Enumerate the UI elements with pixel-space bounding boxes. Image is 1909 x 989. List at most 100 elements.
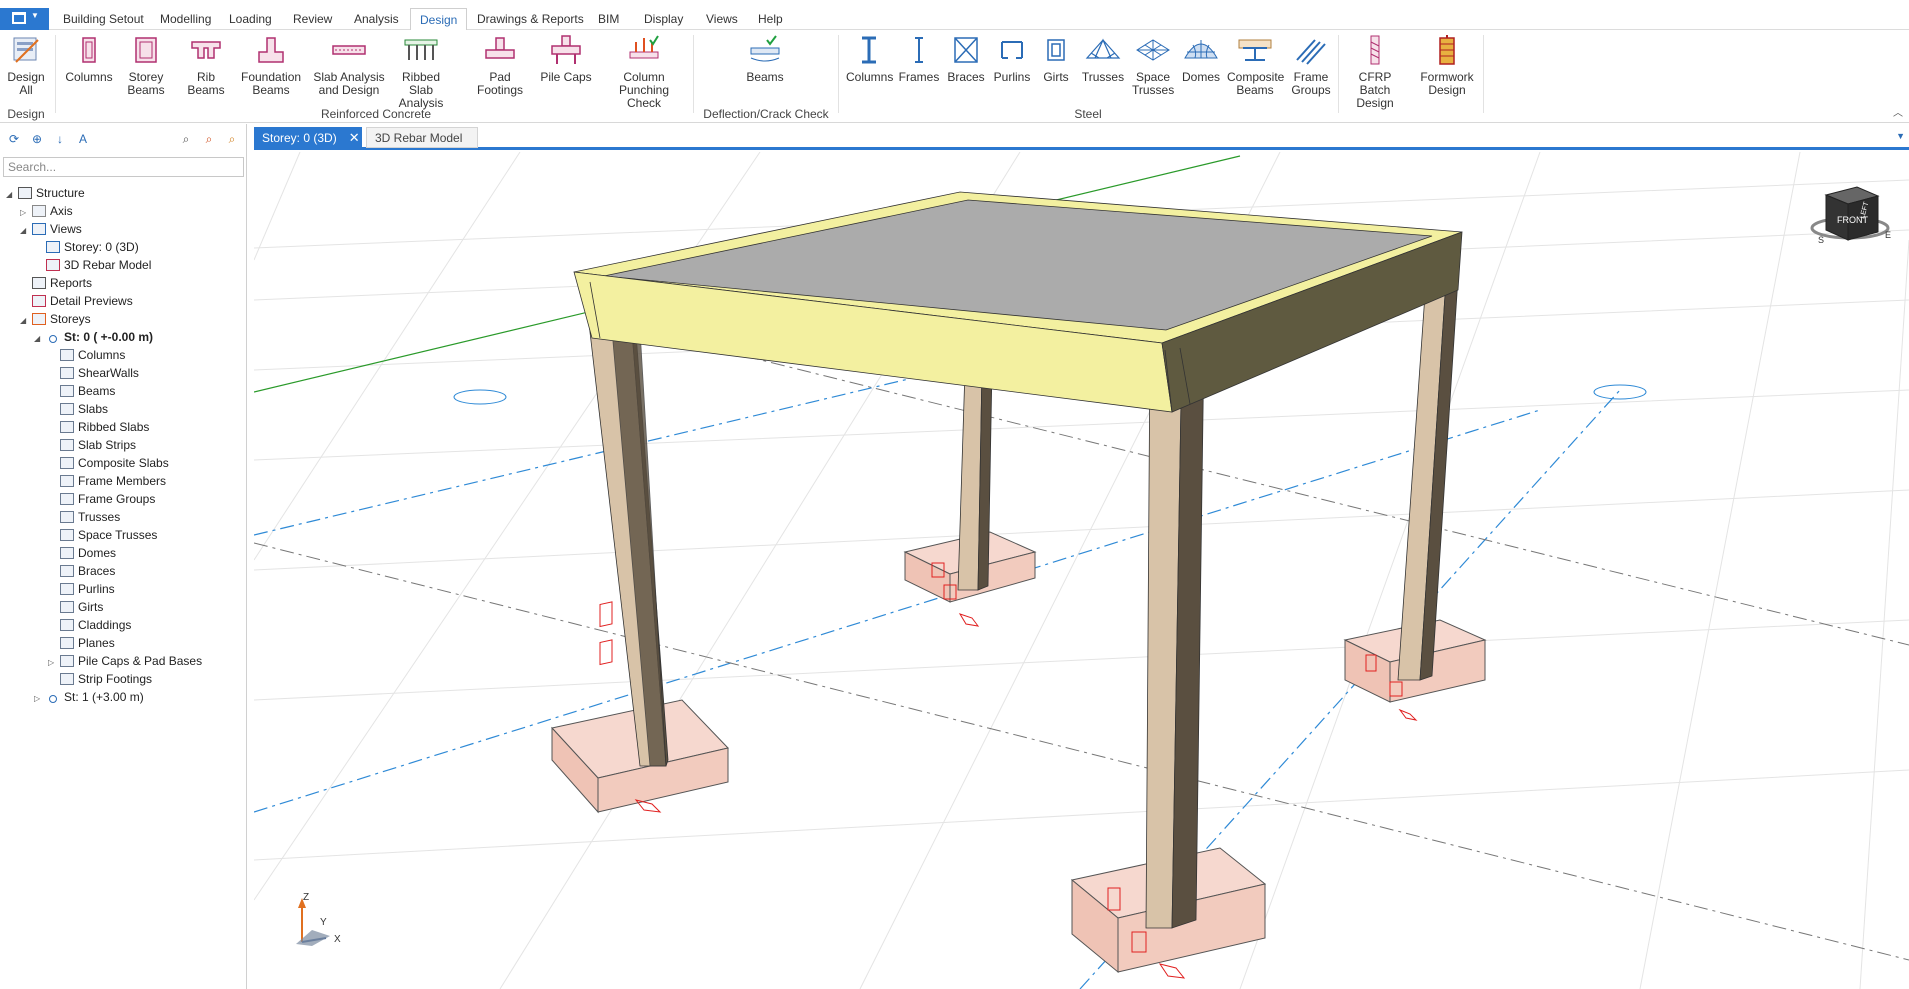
tree-item[interactable]: Strip Footings bbox=[48, 670, 152, 688]
sort-alpha-icon[interactable]: A bbox=[75, 131, 91, 147]
sort-icon[interactable]: ↓ bbox=[52, 131, 68, 147]
tree-item[interactable]: Slab Strips bbox=[48, 436, 136, 454]
zoom-select-icon[interactable]: ⌕ bbox=[201, 131, 217, 147]
domes-button[interactable]: Domes bbox=[1180, 34, 1222, 84]
trusses-label: Trusses bbox=[1081, 70, 1125, 84]
composite-beams-button[interactable]: Composite Beams bbox=[1226, 34, 1284, 97]
tree-item[interactable]: Columns bbox=[48, 346, 125, 364]
view-cube[interactable]: FRONT LEFT S E bbox=[1810, 186, 1891, 245]
deflection-beams-button[interactable]: Beams bbox=[740, 34, 790, 84]
tree-item[interactable]: ◢ Views bbox=[20, 220, 82, 238]
tree-item[interactable]: ◢ Storeys bbox=[20, 310, 91, 328]
tree-item[interactable]: Storey: 0 (3D) bbox=[34, 238, 139, 256]
expand-arrow-icon[interactable]: ▷ bbox=[34, 690, 46, 708]
rc-columns-button[interactable]: Columns bbox=[64, 34, 114, 84]
3d-model-scene[interactable]: FRONT LEFT S E Z Y X bbox=[254, 152, 1909, 989]
storey-beams-button[interactable]: Storey Beams bbox=[121, 34, 171, 97]
tree-item[interactable]: Beams bbox=[48, 382, 115, 400]
cfrp-batch-design-button[interactable]: CFRP Batch Design bbox=[1342, 34, 1408, 110]
tree-item[interactable]: Composite Slabs bbox=[48, 454, 169, 472]
tree-item[interactable]: ▷ St: 1 (+3.00 m) bbox=[34, 688, 144, 706]
ribbon-collapse-icon[interactable]: ︿ bbox=[1893, 104, 1903, 119]
tab-bim[interactable]: BIM bbox=[589, 8, 628, 30]
tab-display[interactable]: Display bbox=[635, 8, 692, 30]
tab-review[interactable]: Review bbox=[284, 8, 341, 30]
slab-analysis-label: Slab Analysis and Design bbox=[313, 70, 385, 97]
roof-slab-and-beams bbox=[573, 191, 1463, 413]
braces-label: Braces bbox=[947, 70, 985, 84]
frame-groups-button[interactable]: Frame Groups bbox=[1288, 34, 1334, 97]
design-all-button[interactable]: Design All bbox=[4, 34, 48, 97]
tree-item[interactable]: Domes bbox=[48, 544, 116, 562]
tree-search-input[interactable] bbox=[3, 157, 244, 177]
tab-modelling[interactable]: Modelling bbox=[151, 8, 220, 30]
zoom-settings-icon[interactable]: ⌕ bbox=[224, 131, 240, 147]
tree-item[interactable]: ▷ Pile Caps & Pad Bases bbox=[48, 652, 202, 670]
ribbed-slab-button[interactable]: Ribbed Slab Analysis bbox=[388, 34, 454, 110]
tree-item[interactable]: 3D Rebar Model bbox=[34, 256, 151, 274]
tab-help[interactable]: Help bbox=[749, 8, 792, 30]
tree-item[interactable]: Slabs bbox=[48, 400, 108, 418]
collapse-arrow-icon[interactable]: ◢ bbox=[6, 186, 18, 204]
tab-building-setout[interactable]: Building Setout bbox=[54, 8, 153, 30]
purlins-button[interactable]: Purlins bbox=[990, 34, 1034, 84]
rib-beams-button[interactable]: Rib Beams bbox=[178, 34, 234, 97]
tree-item[interactable]: Braces bbox=[48, 562, 115, 580]
braces-button[interactable]: Braces bbox=[945, 34, 987, 84]
tree-item[interactable]: Reports bbox=[20, 274, 92, 292]
tab-views[interactable]: Views bbox=[697, 8, 747, 30]
tree-item[interactable]: Space Trusses bbox=[48, 526, 157, 544]
tree-item[interactable]: ShearWalls bbox=[48, 364, 139, 382]
zoom-icon[interactable]: ⌕ bbox=[178, 131, 194, 147]
tree-item[interactable]: ▷ Axis bbox=[20, 202, 73, 220]
app-menu-icon bbox=[12, 12, 26, 24]
tree-item[interactable]: Ribbed Slabs bbox=[48, 418, 149, 436]
tree-item[interactable]: Claddings bbox=[48, 616, 131, 634]
tree-item[interactable]: ◢ St: 0 ( +-0.00 m) bbox=[34, 328, 153, 346]
collapse-arrow-icon[interactable]: ◢ bbox=[20, 312, 32, 330]
tree-item[interactable]: Frame Members bbox=[48, 472, 166, 490]
refresh-icon[interactable]: ⟳ bbox=[6, 131, 22, 147]
doc-tab-3d-rebar-model[interactable]: 3D Rebar Model bbox=[366, 127, 478, 148]
globe-icon[interactable]: ⊕ bbox=[29, 131, 45, 147]
pad-footings-label: Pad Footings bbox=[476, 70, 524, 97]
doc-tab-storey-3d[interactable]: Storey: 0 (3D) ✕ bbox=[254, 127, 362, 148]
punching-check-label: Column Punching Check bbox=[618, 70, 670, 110]
collapse-arrow-icon[interactable]: ◢ bbox=[20, 222, 32, 240]
tree-item[interactable]: Planes bbox=[48, 634, 115, 652]
composite-beams-label: Composite Beams bbox=[1227, 70, 1285, 97]
punching-check-button[interactable]: Column Punching Check bbox=[602, 34, 686, 110]
cfrp-batch-design-label: CFRP Batch Design bbox=[1356, 70, 1394, 110]
3d-viewport[interactable]: FRONT LEFT S E Z Y X bbox=[254, 152, 1909, 989]
tree-item[interactable]: Purlins bbox=[48, 580, 115, 598]
tree-item[interactable]: Girts bbox=[48, 598, 103, 616]
formwork-design-button[interactable]: Formwork Design bbox=[1414, 34, 1480, 97]
tree-item-label: Slab Strips bbox=[78, 438, 137, 452]
space-trusses-button[interactable]: Space Trusses bbox=[1130, 34, 1176, 97]
tree-item-label: Strip Footings bbox=[78, 672, 153, 686]
tab-design[interactable]: Design bbox=[410, 8, 468, 31]
compass-east-label: E bbox=[1885, 230, 1891, 240]
tabs-dropdown-icon[interactable]: ▼ bbox=[1896, 131, 1905, 141]
pad-footings-button[interactable]: Pad Footings bbox=[466, 34, 534, 97]
tab-loading[interactable]: Loading bbox=[220, 8, 281, 30]
application-menu-button[interactable]: ▼ bbox=[0, 8, 49, 30]
domes-icon bbox=[60, 547, 74, 559]
tree-item[interactable]: ◢ Structure bbox=[6, 184, 85, 202]
slab-analysis-button[interactable]: Slab Analysis and Design bbox=[312, 34, 386, 97]
tree-item[interactable]: Frame Groups bbox=[48, 490, 155, 508]
pile-caps-button[interactable]: Pile Caps bbox=[539, 34, 593, 84]
tab-drawings-reports[interactable]: Drawings & Reports bbox=[468, 8, 593, 30]
girts-button[interactable]: Girts bbox=[1036, 34, 1076, 84]
tree-item[interactable]: Detail Previews bbox=[20, 292, 133, 310]
close-icon[interactable]: ✕ bbox=[349, 130, 360, 145]
planes-icon bbox=[60, 637, 74, 649]
frames-button[interactable]: Frames bbox=[896, 34, 942, 84]
tree-item[interactable]: Trusses bbox=[48, 508, 120, 526]
deflection-beams-icon bbox=[750, 35, 780, 62]
foundation-beams-button[interactable]: Foundation Beams bbox=[240, 34, 302, 97]
collapse-arrow-icon[interactable]: ◢ bbox=[34, 330, 46, 348]
steel-columns-button[interactable]: Columns bbox=[846, 34, 893, 84]
trusses-button[interactable]: Trusses bbox=[1080, 34, 1126, 84]
tab-analysis[interactable]: Analysis bbox=[345, 8, 408, 30]
